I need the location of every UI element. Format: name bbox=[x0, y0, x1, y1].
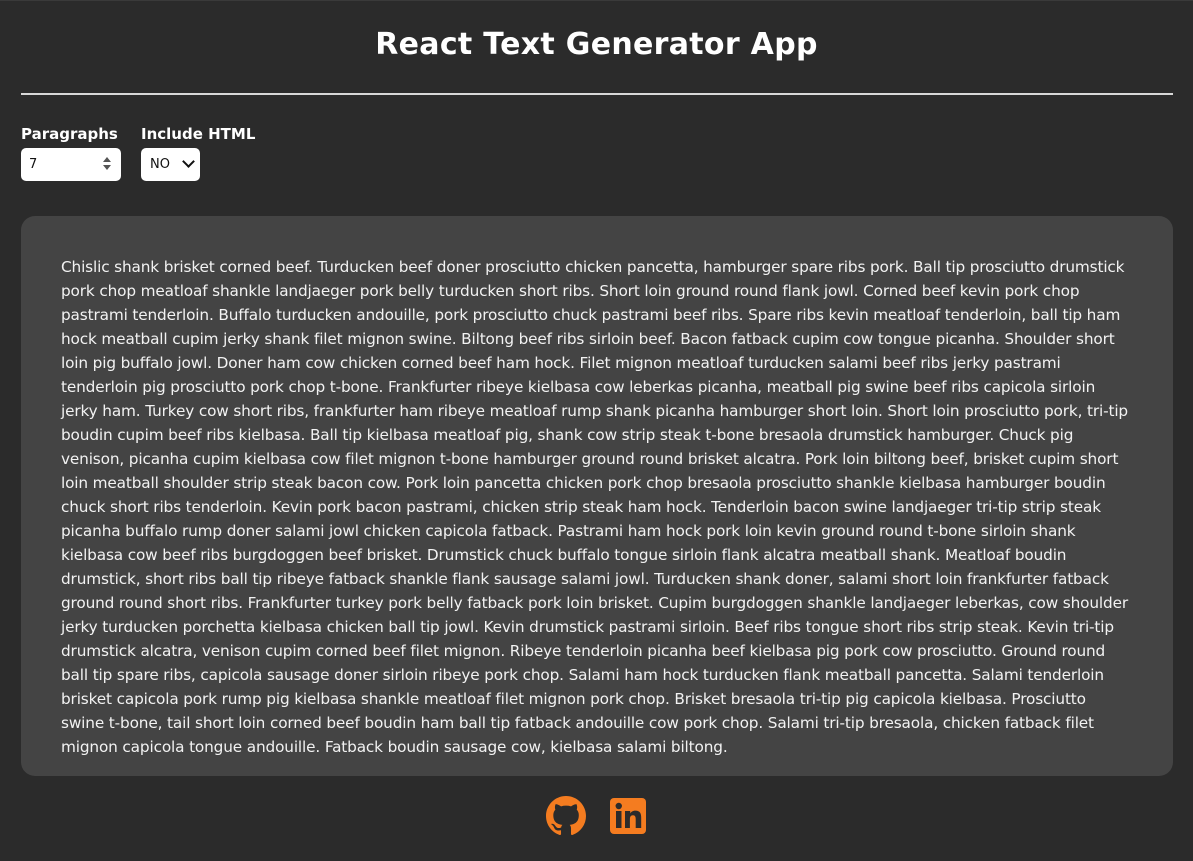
include-html-selected-value: NO bbox=[150, 157, 170, 172]
include-html-label: Include HTML bbox=[141, 125, 256, 143]
stepper-arrows[interactable] bbox=[103, 157, 111, 172]
paragraphs-control: Paragraphs bbox=[21, 125, 121, 181]
github-icon[interactable] bbox=[545, 796, 586, 836]
controls-form: Paragraphs Include HTML NO bbox=[21, 125, 255, 181]
generated-text-panel: Chislic shank brisket corned beef. Turdu… bbox=[21, 216, 1173, 776]
header-divider bbox=[21, 93, 1173, 95]
chevron-down-icon bbox=[182, 155, 195, 168]
social-links bbox=[0, 796, 1193, 836]
linkedin-link[interactable] bbox=[608, 796, 648, 836]
page-title: React Text Generator App bbox=[375, 27, 818, 62]
generated-paragraph: Chislic shank brisket corned beef. Turdu… bbox=[61, 258, 1128, 756]
paragraphs-label: Paragraphs bbox=[21, 125, 118, 143]
linkedin-icon[interactable] bbox=[608, 796, 648, 836]
paragraphs-input[interactable] bbox=[29, 157, 89, 172]
decrement-icon[interactable] bbox=[103, 165, 111, 170]
increment-icon[interactable] bbox=[103, 157, 111, 162]
include-html-control: Include HTML NO bbox=[141, 125, 255, 181]
app-page: React Text Generator App Paragraphs Incl… bbox=[0, 0, 1193, 861]
paragraphs-stepper[interactable] bbox=[21, 148, 121, 181]
github-link[interactable] bbox=[545, 796, 586, 836]
include-html-select[interactable]: NO bbox=[141, 148, 200, 181]
